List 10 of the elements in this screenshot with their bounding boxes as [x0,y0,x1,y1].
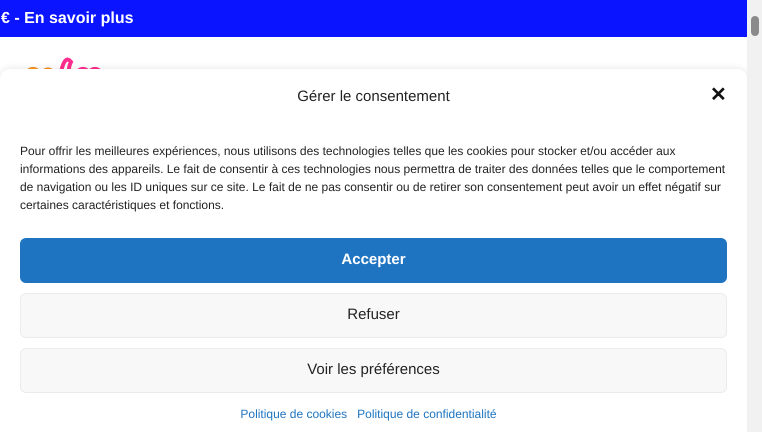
consent-text: Pour offrir les meilleures expériences, nous utilisons des technologies telles que les cookies pour stocker et/ou accéder aux informations des appareils. Le fait de consentir à ces technologies nous permettra de traiter des données telles que le comportement de navigation ou les ID uniques sur ce site. Le fait de ne pas consentir ou de retirer son consentement peut avoir un effet négatif sur certaines caractéristiques et fonctions. [20,142,726,214]
accept-button[interactable]: Accepter [20,238,727,282]
dialog-button[interactable]: Voir les préférences [20,348,727,392]
policy-link[interactable]: Politique de confidentialité [357,404,497,422]
banner-link[interactable]: € - En savoir plus [1,6,134,30]
close-button[interactable]: ✕ [710,85,727,105]
dialog-button[interactable]: Refuser [20,292,727,338]
scrollbar[interactable] [747,0,762,432]
dialog-title: Gérer le consentement [297,88,450,105]
policy-link[interactable]: Politique de cookies [240,404,348,422]
